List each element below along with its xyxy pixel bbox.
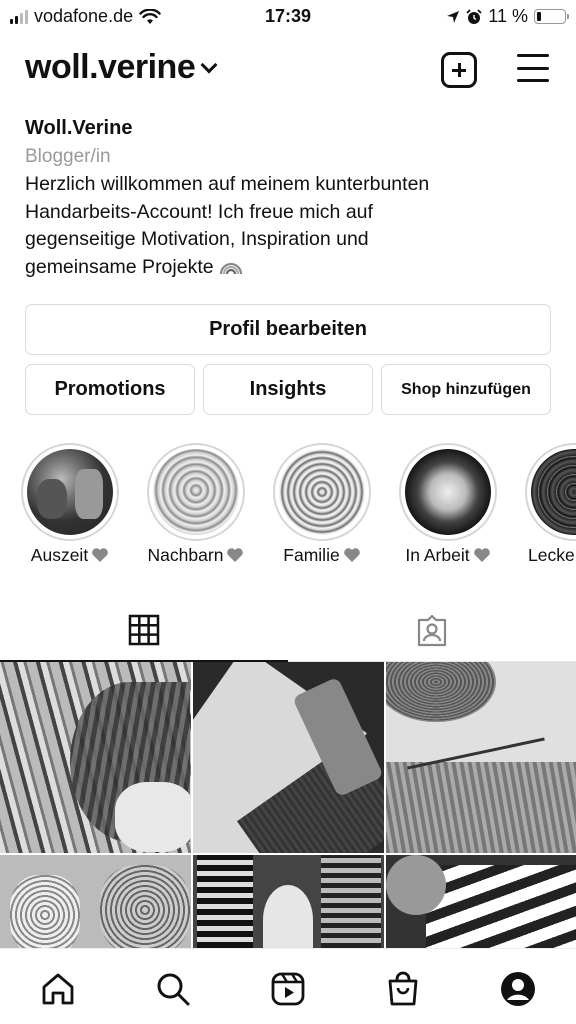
nav-home[interactable] — [38, 969, 78, 1009]
heart-icon — [343, 548, 360, 562]
highlight-label: Nachbarn — [147, 545, 224, 565]
highlight-cover — [405, 449, 491, 535]
highlight-label: Lecke — [528, 545, 575, 565]
edit-profile-button[interactable]: Profil bearbeiten — [25, 304, 551, 355]
shop-icon — [388, 971, 418, 1006]
bio-line-last: gemeinsame Projekte — [25, 254, 555, 282]
highlight-label: Familie — [283, 545, 340, 565]
profile-icon — [501, 972, 535, 1006]
promotions-button[interactable]: Promotions — [25, 364, 195, 415]
highlight-cover — [531, 449, 576, 535]
menu-icon[interactable] — [517, 54, 549, 82]
search-icon — [157, 973, 190, 1006]
grid-post[interactable] — [386, 855, 576, 948]
tagged-icon — [417, 614, 447, 646]
bio-line: gemeinsame Projekte — [25, 255, 214, 278]
highlight-label: Auszeit — [30, 545, 89, 565]
highlight-cover — [27, 449, 113, 535]
nav-search[interactable] — [153, 969, 193, 1009]
profile-category: Blogger/in — [25, 146, 111, 167]
add-shop-button[interactable]: Shop hinzufügen — [381, 364, 551, 415]
bio-line: Handarbeits-Account! Ich freue mich auf — [25, 200, 373, 223]
location-icon — [447, 10, 460, 23]
status-right: 11 % — [446, 6, 569, 27]
profile-header: woll.verine — [0, 48, 576, 94]
bottom-nav — [0, 948, 576, 1024]
new-post-icon[interactable] — [441, 52, 477, 88]
highlight-label: In Arbeit — [405, 545, 470, 565]
account-switcher[interactable]: woll.verine — [25, 48, 218, 87]
grid-post[interactable] — [0, 855, 191, 948]
bio-text: Herzlich willkommen auf meinem kunterbun… — [25, 171, 555, 281]
story-highlights: Auszeit Nachbarn Familie In Arbeit Lecke — [0, 443, 576, 578]
tab-tagged[interactable] — [288, 600, 576, 662]
profile-name: Woll.Verine — [25, 117, 133, 139]
grid-post[interactable] — [0, 662, 191, 853]
heart-icon — [473, 548, 490, 562]
highlight-nachbarn[interactable]: Nachbarn — [146, 443, 246, 566]
bio-line: Herzlich willkommen auf meinem kunterbun… — [25, 173, 430, 195]
highlight-cover — [153, 449, 239, 535]
rainbow-icon — [219, 262, 242, 274]
profile-tabs — [0, 600, 576, 662]
username-title: woll.verine — [25, 48, 196, 86]
profile-bio: Woll.Verine Blogger/in Herzlich willkomm… — [25, 116, 555, 281]
highlight-in-arbeit[interactable]: In Arbeit — [398, 443, 498, 566]
grid-post[interactable] — [193, 662, 384, 853]
highlight-lecke[interactable]: Lecke — [524, 443, 576, 566]
highlight-familie[interactable]: Familie — [272, 443, 372, 566]
grid-post[interactable] — [386, 662, 576, 853]
battery-percent: 11 % — [488, 6, 528, 26]
insights-button[interactable]: Insights — [203, 364, 373, 415]
tab-grid[interactable] — [0, 600, 288, 662]
heart-icon — [92, 548, 108, 562]
bio-line: gegenseitige Motivation, Inspiration und — [25, 228, 369, 250]
nav-reels[interactable] — [268, 969, 308, 1009]
highlight-auszeit[interactable]: Auszeit — [20, 443, 120, 566]
alarm-icon — [466, 8, 482, 24]
battery-icon — [534, 9, 569, 24]
grid-icon — [128, 614, 160, 646]
photo-grid — [0, 662, 576, 948]
nav-shop[interactable] — [383, 969, 423, 1009]
grid-post[interactable] — [193, 855, 384, 948]
heart-icon — [227, 548, 244, 562]
status-bar: vodafone.de 17:39 11 % — [0, 0, 576, 34]
reels-icon — [271, 972, 305, 1006]
chevron-down-icon — [200, 56, 218, 73]
highlight-cover — [279, 449, 365, 535]
home-icon — [42, 973, 74, 1005]
nav-profile[interactable] — [498, 969, 538, 1009]
